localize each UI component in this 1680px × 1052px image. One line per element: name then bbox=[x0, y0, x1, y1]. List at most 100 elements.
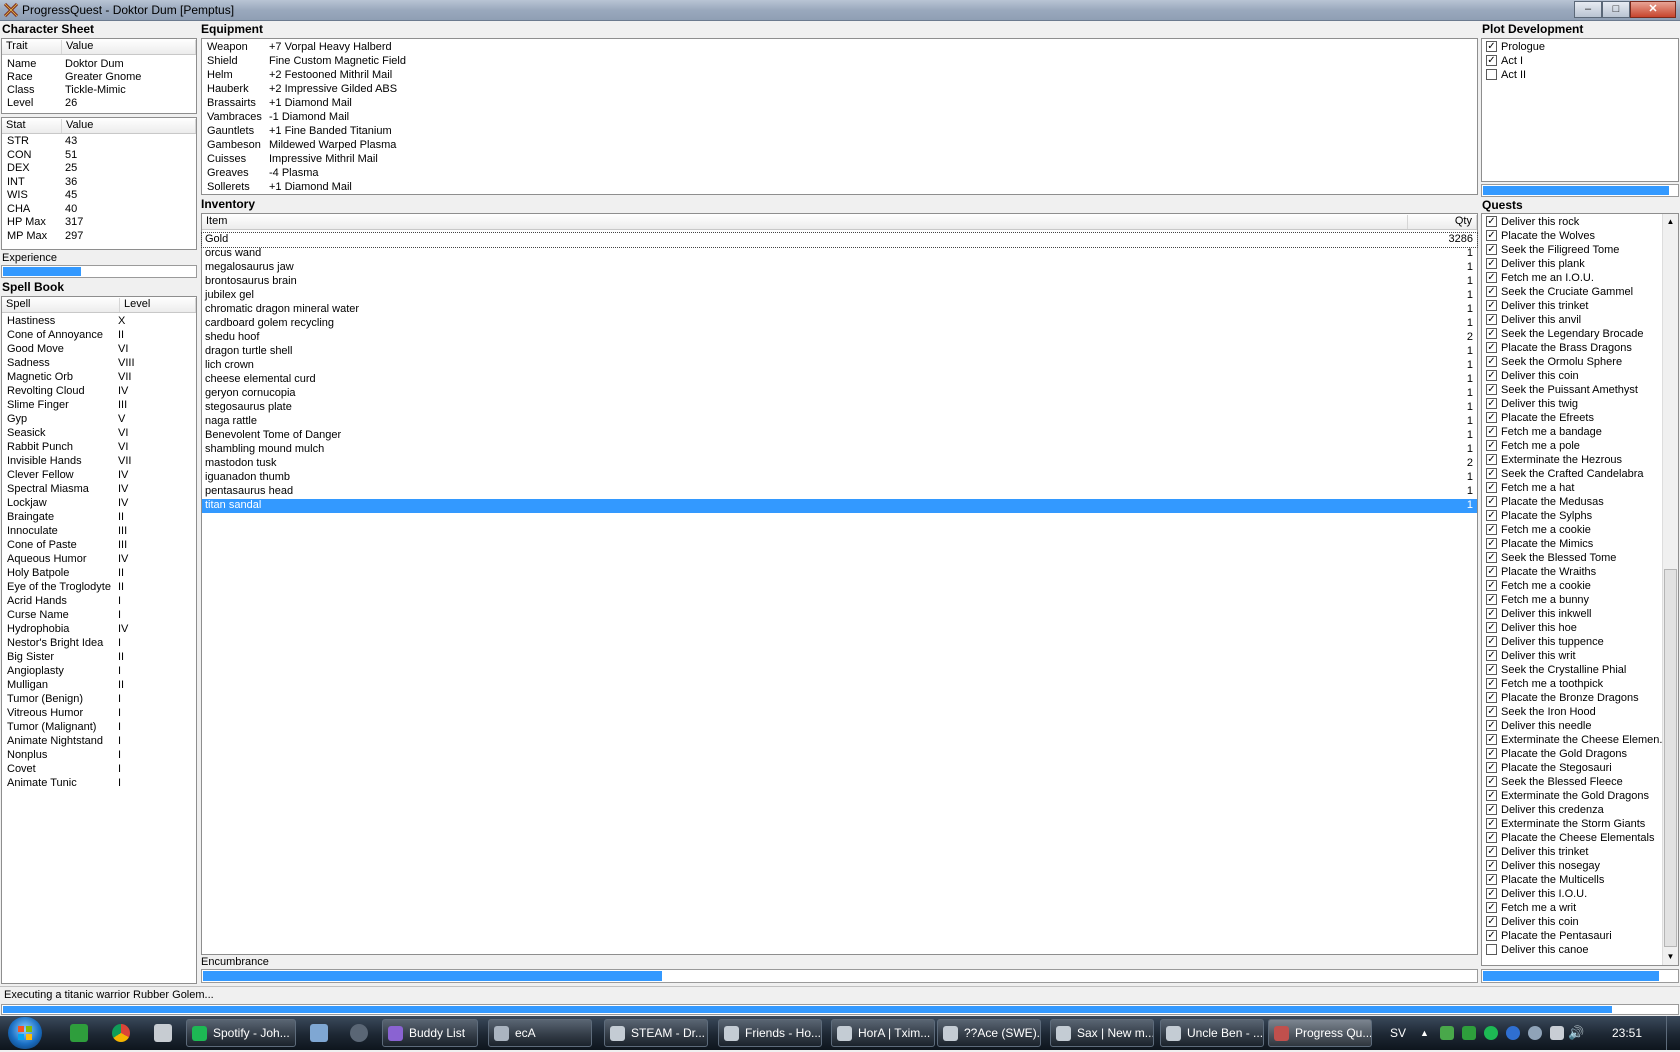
quest-item[interactable]: ✓ Fetch me a pole bbox=[1482, 440, 1678, 454]
equipment-row[interactable]: Gauntlets +1 Fine Banded Titanium bbox=[202, 125, 1477, 139]
volume-icon[interactable]: 🔊 bbox=[1568, 1016, 1584, 1050]
taskbar-button[interactable]: ecA bbox=[488, 1019, 592, 1047]
quest-item[interactable]: ✓ Placate the Stegosauri bbox=[1482, 762, 1678, 776]
checked-checkbox-icon[interactable]: ✓ bbox=[1486, 552, 1497, 563]
quest-item[interactable]: ✓ Fetch me a hat bbox=[1482, 482, 1678, 496]
unchecked-checkbox-icon[interactable] bbox=[1486, 69, 1497, 80]
spell-row[interactable]: Innoculate III bbox=[2, 525, 196, 539]
tray-monitor-icon[interactable] bbox=[1550, 1026, 1564, 1040]
checked-checkbox-icon[interactable]: ✓ bbox=[1486, 440, 1497, 451]
checked-checkbox-icon[interactable]: ✓ bbox=[1486, 930, 1497, 941]
clock[interactable]: 23:51 bbox=[1612, 1016, 1642, 1050]
spell-row[interactable]: Revolting Cloud IV bbox=[2, 385, 196, 399]
language-indicator[interactable]: SV bbox=[1390, 1016, 1406, 1050]
quest-item[interactable]: ✓ Fetch me a writ bbox=[1482, 902, 1678, 916]
quest-item[interactable]: ✓ Deliver this twig bbox=[1482, 398, 1678, 412]
checked-checkbox-icon[interactable]: ✓ bbox=[1486, 300, 1497, 311]
spell-row[interactable]: Spectral Miasma IV bbox=[2, 483, 196, 497]
quest-item[interactable]: ✓ Placate the Bronze Dragons bbox=[1482, 692, 1678, 706]
checked-checkbox-icon[interactable]: ✓ bbox=[1486, 706, 1497, 717]
quest-item[interactable]: ✓ Deliver this writ bbox=[1482, 650, 1678, 664]
checked-checkbox-icon[interactable]: ✓ bbox=[1486, 41, 1497, 52]
quest-item[interactable]: ✓ Fetch me a toothpick bbox=[1482, 678, 1678, 692]
spell-row[interactable]: Holy Batpole II bbox=[2, 567, 196, 581]
checked-checkbox-icon[interactable]: ✓ bbox=[1486, 342, 1497, 353]
inventory-row[interactable]: cheese elemental curd 1 bbox=[202, 373, 1477, 387]
col-level[interactable]: Level bbox=[120, 298, 196, 312]
spell-row[interactable]: Animate Nightstand I bbox=[2, 735, 196, 749]
quest-item[interactable]: ✓ Seek the Crafted Candelabra bbox=[1482, 468, 1678, 482]
quest-item[interactable]: ✓ Placate the Wolves bbox=[1482, 230, 1678, 244]
spell-row[interactable]: Slime Finger III bbox=[2, 399, 196, 413]
spell-row[interactable]: Clever Fellow IV bbox=[2, 469, 196, 483]
spell-row[interactable]: Sadness VIII bbox=[2, 357, 196, 371]
checked-checkbox-icon[interactable]: ✓ bbox=[1486, 370, 1497, 381]
checked-checkbox-icon[interactable]: ✓ bbox=[1486, 874, 1497, 885]
checked-checkbox-icon[interactable]: ✓ bbox=[1486, 566, 1497, 577]
quest-item[interactable]: ✓ Placate the Multicells bbox=[1482, 874, 1678, 888]
quest-item[interactable]: ✓ Exterminate the Hezrous bbox=[1482, 454, 1678, 468]
inventory-row[interactable]: shambling mound mulch 1 bbox=[202, 443, 1477, 457]
checked-checkbox-icon[interactable]: ✓ bbox=[1486, 846, 1497, 857]
spell-row[interactable]: Angioplasty I bbox=[2, 665, 196, 679]
checked-checkbox-icon[interactable]: ✓ bbox=[1486, 384, 1497, 395]
scroll-down-arrow-icon[interactable]: ▼ bbox=[1663, 949, 1678, 965]
quest-item[interactable]: ✓ Placate the Wraiths bbox=[1482, 566, 1678, 580]
col-trait[interactable]: Trait bbox=[2, 40, 62, 54]
inventory-row[interactable]: naga rattle 1 bbox=[202, 415, 1477, 429]
quest-item[interactable]: ✓ Seek the Ormolu Sphere bbox=[1482, 356, 1678, 370]
spell-row[interactable]: Nestor's Bright Idea I bbox=[2, 637, 196, 651]
taskbar-button[interactable]: HorA | Txim... bbox=[831, 1019, 935, 1047]
inventory-row[interactable]: chromatic dragon mineral water 1 bbox=[202, 303, 1477, 317]
taskbar-button[interactable]: ??Ace (SWE)... bbox=[937, 1019, 1041, 1047]
inventory-row[interactable]: cardboard golem recycling 1 bbox=[202, 317, 1477, 331]
col-value[interactable]: Value bbox=[62, 40, 196, 54]
checked-checkbox-icon[interactable]: ✓ bbox=[1486, 790, 1497, 801]
spell-row[interactable]: Aqueous Humor IV bbox=[2, 553, 196, 567]
inventory-row[interactable]: orcus wand 1 bbox=[202, 247, 1477, 261]
quest-item[interactable]: ✓ Deliver this trinket bbox=[1482, 300, 1678, 314]
quest-item[interactable]: ✓ Deliver this rock bbox=[1482, 216, 1678, 230]
quest-item[interactable]: ✓ Placate the Sylphs bbox=[1482, 510, 1678, 524]
quest-item[interactable]: Deliver this canoe bbox=[1482, 944, 1678, 958]
quest-item[interactable]: ✓ Placate the Mimics bbox=[1482, 538, 1678, 552]
checked-checkbox-icon[interactable]: ✓ bbox=[1486, 860, 1497, 871]
inventory-row[interactable]: iguanadon thumb 1 bbox=[202, 471, 1477, 485]
checked-checkbox-icon[interactable]: ✓ bbox=[1486, 496, 1497, 507]
stat-row[interactable]: MP Max 297 bbox=[2, 230, 196, 244]
quest-item[interactable]: ✓ Seek the Filigreed Tome bbox=[1482, 244, 1678, 258]
inventory-row[interactable]: brontosaurus brain 1 bbox=[202, 275, 1477, 289]
checked-checkbox-icon[interactable]: ✓ bbox=[1486, 398, 1497, 409]
quicklaunch-green-app-icon[interactable] bbox=[70, 1024, 88, 1042]
spell-row[interactable]: Curse Name I bbox=[2, 609, 196, 623]
checked-checkbox-icon[interactable]: ✓ bbox=[1486, 902, 1497, 913]
quest-item[interactable]: ✓ Placate the Efreets bbox=[1482, 412, 1678, 426]
quest-item[interactable]: ✓ Exterminate the Cheese Elemen... bbox=[1482, 734, 1678, 748]
spell-row[interactable]: Animate Tunic I bbox=[2, 777, 196, 791]
quest-item[interactable]: ✓ Seek the Puissant Amethyst bbox=[1482, 384, 1678, 398]
spell-row[interactable]: Nonplus I bbox=[2, 749, 196, 763]
quest-item[interactable]: ✓ Deliver this tuppence bbox=[1482, 636, 1678, 650]
checked-checkbox-icon[interactable]: ✓ bbox=[1486, 538, 1497, 549]
plot-act[interactable]: ✓ Act I bbox=[1482, 55, 1678, 69]
spell-row[interactable]: Hydrophobia IV bbox=[2, 623, 196, 637]
quest-item[interactable]: ✓ Fetch me a bandage bbox=[1482, 426, 1678, 440]
inventory-row[interactable]: jubilex gel 1 bbox=[202, 289, 1477, 303]
checked-checkbox-icon[interactable]: ✓ bbox=[1486, 818, 1497, 829]
quest-item[interactable]: ✓ Placate the Pentasauri bbox=[1482, 930, 1678, 944]
inventory-row[interactable]: stegosaurus plate 1 bbox=[202, 401, 1477, 415]
quest-item[interactable]: ✓ Fetch me a cookie bbox=[1482, 580, 1678, 594]
taskbar-button[interactable]: Friends - Ho... bbox=[718, 1019, 822, 1047]
quest-item[interactable]: ✓ Deliver this coin bbox=[1482, 370, 1678, 384]
quest-item[interactable]: ✓ Fetch me a cookie bbox=[1482, 524, 1678, 538]
checked-checkbox-icon[interactable]: ✓ bbox=[1486, 832, 1497, 843]
tray-network-icon[interactable] bbox=[1528, 1026, 1542, 1040]
checked-checkbox-icon[interactable]: ✓ bbox=[1486, 594, 1497, 605]
inventory-row[interactable]: mastodon tusk 2 bbox=[202, 457, 1477, 471]
spell-row[interactable]: Cone of Paste III bbox=[2, 539, 196, 553]
quest-scrollbar[interactable]: ▲ ▼ bbox=[1662, 214, 1678, 965]
checked-checkbox-icon[interactable]: ✓ bbox=[1486, 328, 1497, 339]
inventory-row[interactable]: lich crown 1 bbox=[202, 359, 1477, 373]
stat-row[interactable]: CHA 40 bbox=[2, 203, 196, 217]
quicklaunch-shield-icon[interactable] bbox=[154, 1024, 172, 1042]
